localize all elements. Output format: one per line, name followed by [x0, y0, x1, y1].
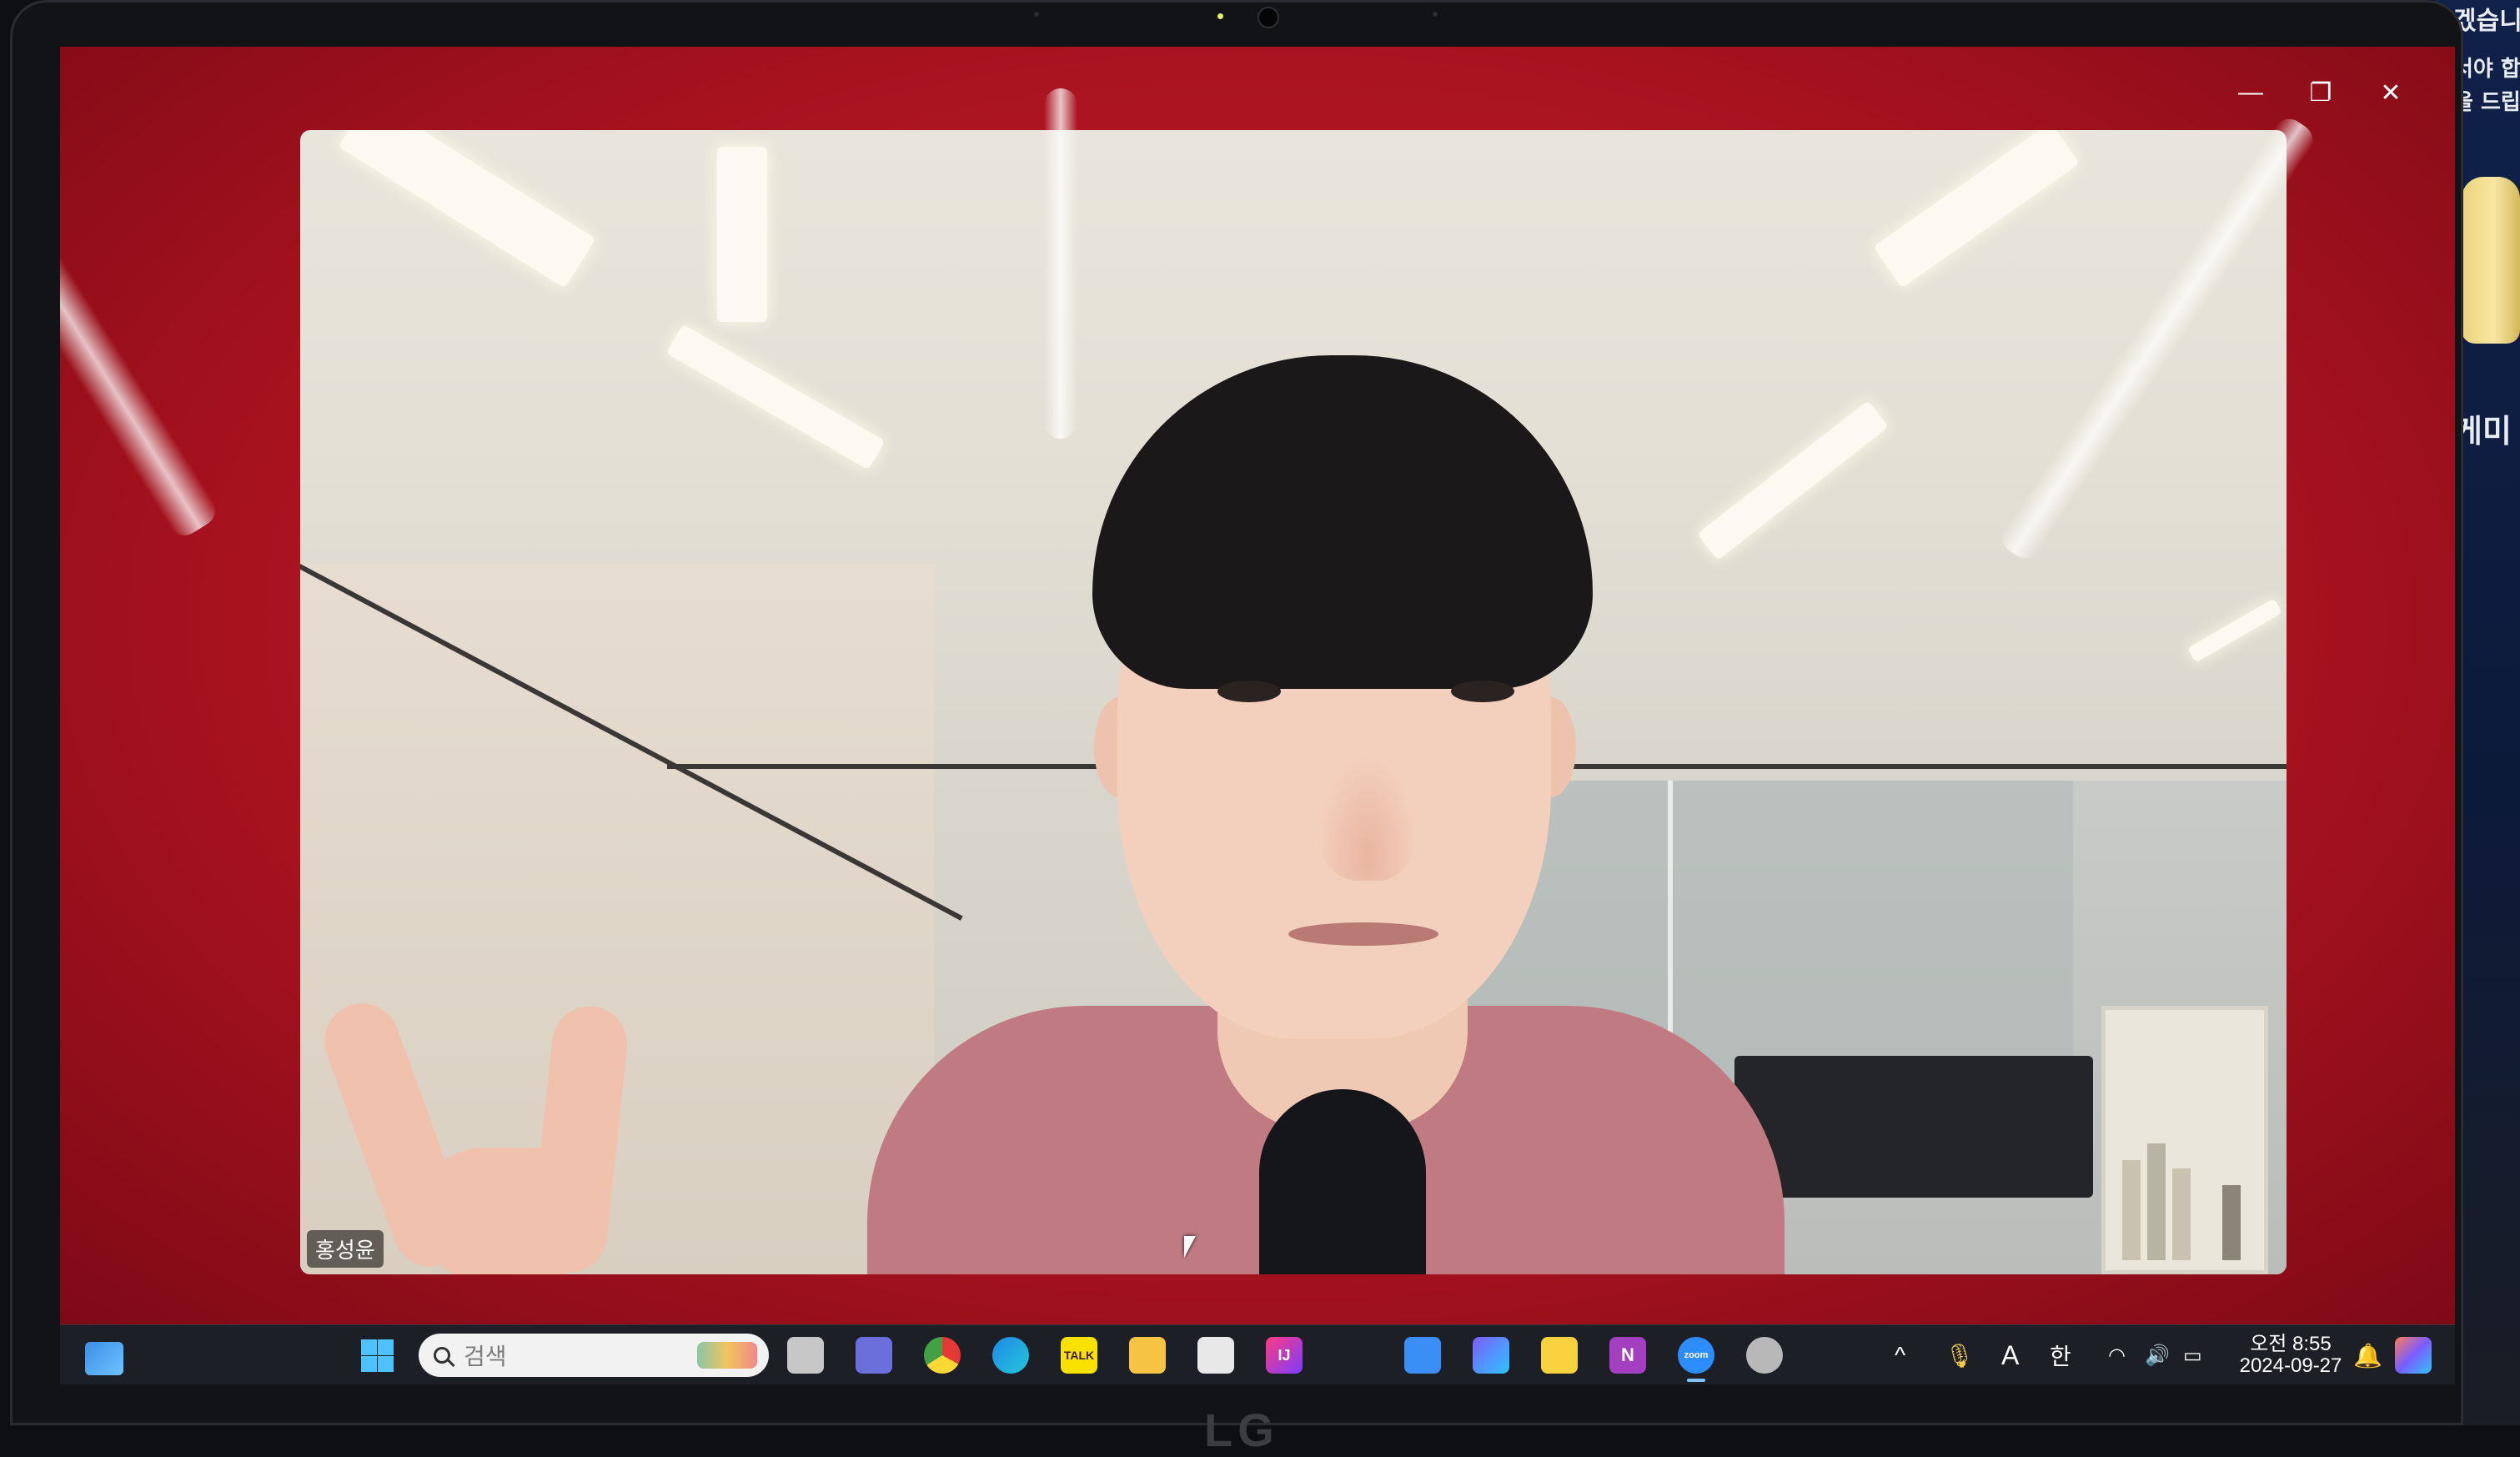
- participant-name-label: 홍성윤: [307, 1230, 384, 1268]
- background-text: 을 드립: [2453, 90, 2520, 115]
- taskbar: 검색 TALK IJ N zoom ^ 🎙 A 한 ◠ 🔊 ▭ 오전 8:55 …: [60, 1324, 2455, 1384]
- copilot-icon[interactable]: [2395, 1337, 2432, 1374]
- microphone-icon[interactable]: 🎙: [1945, 1325, 1975, 1384]
- ceiling-light: [665, 324, 886, 470]
- laptop-bezel: LG — ❐ ✕ 홍성윤 검색 TALK IJ N zoom ^ 🎙 A 한 ◠…: [10, 0, 2463, 1456]
- laptop-screen: — ❐ ✕ 홍성윤 검색 TALK IJ N zoom ^ 🎙 A 한 ◠ 🔊 …: [60, 47, 2455, 1384]
- task-view-icon[interactable]: [787, 1337, 824, 1374]
- kakaotalk-icon[interactable]: TALK: [1061, 1337, 1097, 1374]
- ceiling-light: [1873, 130, 2080, 289]
- zoom-active-indicator: [1687, 1379, 1705, 1382]
- camera-light: [1217, 13, 1223, 19]
- search-highlight-image: [697, 1342, 757, 1369]
- sensor-dot: [1034, 12, 1039, 17]
- bookshelf: [2101, 1006, 2268, 1274]
- background-text: 겠습니다: [2453, 7, 2520, 36]
- widgets-icon[interactable]: [85, 1342, 123, 1375]
- settings-icon[interactable]: [1746, 1337, 1783, 1374]
- search-placeholder: 검색: [464, 1343, 507, 1370]
- taskbar-clock[interactable]: 오전 8:55 2024-09-27: [2236, 1334, 2345, 1377]
- eye: [1217, 681, 1281, 702]
- search-icon: [434, 1347, 450, 1364]
- sticky-notes-icon[interactable]: [1541, 1337, 1578, 1374]
- ceiling-light: [2187, 598, 2282, 663]
- chrome-icon[interactable]: [924, 1337, 961, 1374]
- intellij-icon[interactable]: IJ: [1266, 1337, 1303, 1374]
- wifi-icon[interactable]: ◠: [2108, 1325, 2126, 1384]
- screen-glare: [1044, 88, 1077, 439]
- taskbar-search-box[interactable]: 검색: [419, 1334, 769, 1377]
- ime-letter[interactable]: A: [2001, 1325, 2019, 1384]
- volume-icon[interactable]: 🔊: [2145, 1325, 2170, 1384]
- undershirt: [1259, 1089, 1426, 1274]
- edge-icon[interactable]: [992, 1337, 1029, 1374]
- ceiling-light: [338, 130, 596, 289]
- screen-glare: [60, 118, 222, 542]
- hair: [1092, 355, 1593, 689]
- tray-overflow-icon[interactable]: ^: [1895, 1325, 1905, 1384]
- nose: [1318, 756, 1418, 881]
- restore-button[interactable]: ❐: [2307, 78, 2335, 108]
- ime-language[interactable]: 한: [2050, 1325, 2071, 1384]
- clipchamp-icon[interactable]: [1473, 1337, 1509, 1374]
- mouse-cursor: [1184, 1236, 1196, 1258]
- onenote-icon[interactable]: N: [1609, 1337, 1646, 1374]
- background-bottle: [2462, 177, 2520, 344]
- close-button[interactable]: ✕: [2377, 78, 2405, 108]
- sensor-dot: [1433, 12, 1438, 17]
- clock-date: 2024-09-27: [2239, 1354, 2342, 1377]
- teams-icon[interactable]: [856, 1337, 892, 1374]
- window-controls: — ❐ ✕: [2236, 78, 2405, 108]
- app-icon[interactable]: [1197, 1337, 1234, 1374]
- app-blue-icon[interactable]: [1404, 1337, 1441, 1374]
- webcam: [1257, 7, 1279, 28]
- mouth: [1288, 922, 1438, 946]
- eye: [1451, 681, 1514, 702]
- participant: [867, 255, 1785, 1274]
- battery-icon[interactable]: ▭: [2183, 1325, 2202, 1384]
- zoom-icon[interactable]: zoom: [1678, 1337, 1714, 1374]
- windows-start-button[interactable]: [359, 1337, 395, 1374]
- meeting-window: — ❐ ✕ 홍성윤: [60, 47, 2455, 1324]
- file-explorer-icon[interactable]: [1129, 1337, 1166, 1374]
- brand-logo: LG: [1204, 1404, 1279, 1456]
- ceiling-light: [717, 147, 767, 322]
- clock-time: 오전 8:55: [2250, 1333, 2332, 1355]
- peace-sign-hand: [314, 992, 700, 1274]
- video-monitor: [1734, 1056, 2093, 1198]
- background-text: 서야 합: [2453, 57, 2520, 82]
- minimize-button[interactable]: —: [2236, 78, 2265, 108]
- participant-video: 홍성윤: [300, 130, 2287, 1274]
- notification-bell-icon[interactable]: 🔔: [2353, 1325, 2382, 1384]
